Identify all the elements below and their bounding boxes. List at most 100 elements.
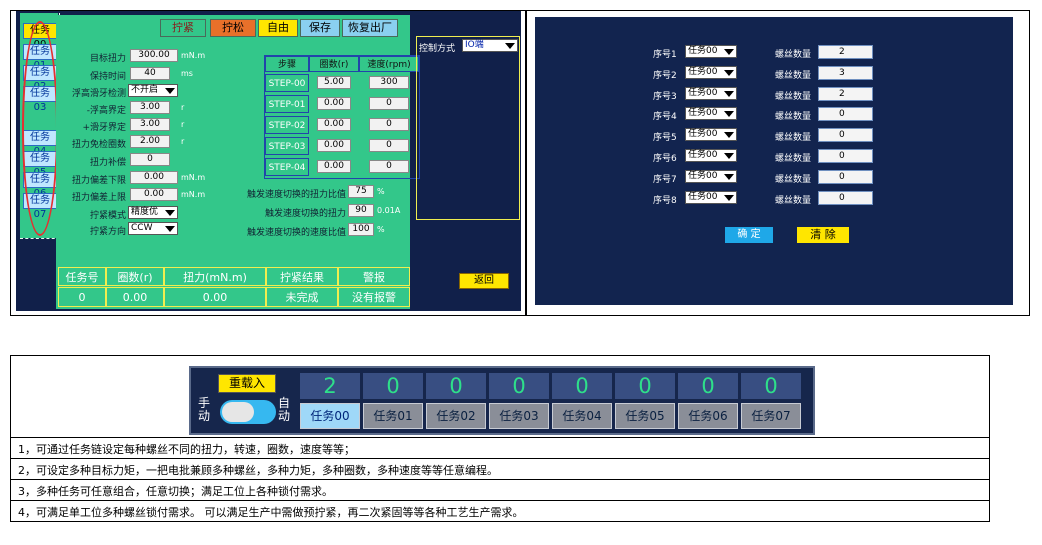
step-table: 步骤 圈数(r) 速度(rpm) STEP-00 5.00 300 STEP-0… — [264, 55, 420, 179]
count-field[interactable]: 2 — [818, 87, 873, 101]
task03-count: 0 — [489, 373, 549, 399]
seq-task-select[interactable]: 任务00 — [685, 107, 737, 120]
manual-auto-toggle[interactable] — [220, 400, 276, 424]
task-tab-column: 任务00 任务01 任务02 任务03 任务04 任务05 任务06 任务07 — [20, 13, 58, 238]
factory-reset-button[interactable]: 恢复出厂 — [342, 19, 398, 37]
divider — [20, 238, 60, 239]
slip-limit-field[interactable]: 3.00 — [130, 118, 170, 131]
step-turns[interactable]: 0.00 — [317, 118, 351, 131]
note-2: 2，可设定多种目标力矩，一把电批兼顾多种螺丝，多种力矩，多种圈数，多种速度等等任… — [18, 464, 498, 477]
switch-torque-label: 触发速度切换的扭力 — [264, 209, 346, 219]
torque-high-field[interactable]: 0.00 — [130, 188, 178, 201]
divider — [10, 437, 990, 438]
result-bar: 任务号 圈数(r) 扭力(mN.m) 拧紧结果 警报 0 0.00 0.00 未… — [58, 267, 412, 309]
task07-button[interactable]: 任务07 — [741, 403, 801, 429]
col-speed: 速度(rpm) — [359, 56, 419, 72]
tighten-mode-label: 拧紧模式 — [89, 211, 126, 221]
hold-time-field[interactable]: 40 — [130, 67, 170, 80]
count-field[interactable]: 0 — [818, 170, 873, 184]
unit: mN.m — [181, 173, 206, 182]
seq-label: 序号1 — [653, 50, 677, 60]
seq-task-select[interactable]: 任务00 — [685, 170, 737, 183]
control-mode-label: 控制方式 — [419, 44, 456, 54]
step-name: STEP-02 — [265, 116, 309, 134]
seq-task-select[interactable]: 任务00 — [685, 87, 737, 100]
task-settings-panel: 任务00 任务01 任务02 任务03 任务04 任务05 任务06 任务07 … — [16, 11, 521, 311]
step-turns[interactable]: 0.00 — [317, 160, 351, 173]
step-turns[interactable]: 0.00 — [317, 97, 351, 110]
step-speed[interactable]: 0 — [369, 97, 409, 110]
unit: % — [377, 225, 385, 234]
manual-label: 手 动 — [198, 396, 211, 423]
seq-task-select[interactable]: 任务00 — [685, 149, 737, 162]
torque-high-label: 扭力偏差上限 — [71, 193, 126, 203]
seq-label: 序号8 — [653, 196, 677, 206]
switch-speed-field[interactable]: 100 — [348, 223, 374, 236]
reload-button[interactable]: 重载入 — [218, 374, 276, 393]
torque-comp-label: 扭力补偿 — [89, 158, 126, 168]
count-field[interactable]: 3 — [818, 66, 873, 80]
step-speed[interactable]: 0 — [369, 139, 409, 152]
direction-label: 拧紧方向 — [89, 227, 126, 237]
task02-button[interactable]: 任务02 — [426, 403, 486, 429]
seq-label: 序号4 — [653, 112, 677, 122]
task06-button[interactable]: 任务06 — [678, 403, 738, 429]
col-step: 步骤 — [265, 56, 309, 72]
switch-torque-field[interactable]: 90 — [348, 204, 374, 217]
task04-button[interactable]: 任务04 — [552, 403, 612, 429]
control-mode-select[interactable]: IO端 — [462, 39, 518, 52]
task03-button[interactable]: 任务03 — [489, 403, 549, 429]
tighten-mode-select[interactable]: 精度优 — [128, 206, 178, 219]
switch-ratio-field[interactable]: 75 — [348, 185, 374, 198]
col-torque: 扭力(mN.m) — [164, 267, 266, 286]
task-counter-bar: 重载入 手 动 自 动 2 0 0 0 0 0 0 0 任务00 任务01 任务… — [189, 366, 815, 435]
task04-count: 0 — [552, 373, 612, 399]
count-label: 螺丝数量 — [775, 112, 812, 122]
tighten-button[interactable]: 拧紧 — [160, 19, 206, 37]
toggle-knob — [222, 402, 254, 422]
loosen-button[interactable]: 拧松 — [210, 19, 256, 37]
target-torque-field[interactable]: 300.00 — [130, 49, 178, 62]
seq-task-select[interactable]: 任务00 — [685, 128, 737, 141]
torque-comp-field[interactable]: 0 — [130, 153, 170, 166]
count-label: 螺丝数量 — [775, 196, 812, 206]
step-speed[interactable]: 0 — [369, 118, 409, 131]
step-turns[interactable]: 0.00 — [317, 139, 351, 152]
direction-select[interactable]: CCW — [128, 222, 178, 235]
unit: ms — [181, 69, 193, 78]
back-button[interactable]: 返回 — [459, 273, 509, 289]
count-label: 螺丝数量 — [775, 50, 812, 60]
save-button[interactable]: 保存 — [300, 19, 340, 37]
clear-button[interactable]: 清 除 — [797, 227, 849, 243]
torque-low-label: 扭力偏差下限 — [71, 176, 126, 186]
seq-task-select[interactable]: 任务00 — [685, 191, 737, 204]
task05-button[interactable]: 任务05 — [615, 403, 675, 429]
step-speed[interactable]: 0 — [369, 160, 409, 173]
seq-task-select[interactable]: 任务00 — [685, 66, 737, 79]
unit: mN.m — [181, 51, 206, 60]
result-alarm: 没有报警 — [338, 287, 410, 307]
free-button[interactable]: 自由 — [258, 19, 298, 37]
step-speed[interactable]: 300 — [369, 76, 409, 89]
seq-label: 序号2 — [653, 71, 677, 81]
task00-button[interactable]: 任务00 — [300, 403, 360, 429]
result-task: 0 — [58, 287, 106, 307]
skip-turns-field[interactable]: 2.00 — [130, 135, 170, 148]
count-label: 螺丝数量 — [775, 154, 812, 164]
count-label: 螺丝数量 — [775, 71, 812, 81]
step-turns[interactable]: 5.00 — [317, 76, 351, 89]
count-field[interactable]: 2 — [818, 45, 873, 59]
col-alarm: 警报 — [338, 267, 410, 286]
task01-button[interactable]: 任务01 — [363, 403, 423, 429]
count-field[interactable]: 0 — [818, 191, 873, 205]
count-field[interactable]: 0 — [818, 107, 873, 121]
count-label: 螺丝数量 — [775, 175, 812, 185]
count-field[interactable]: 0 — [818, 149, 873, 163]
confirm-button[interactable]: 确 定 — [725, 227, 773, 243]
float-detect-select[interactable]: 不开启 — [128, 84, 178, 97]
count-field[interactable]: 0 — [818, 128, 873, 142]
seq-task-select[interactable]: 任务00 — [685, 45, 737, 58]
float-limit-field[interactable]: 3.00 — [130, 101, 170, 114]
torque-low-field[interactable]: 0.00 — [130, 171, 178, 184]
seq-label: 序号3 — [653, 92, 677, 102]
